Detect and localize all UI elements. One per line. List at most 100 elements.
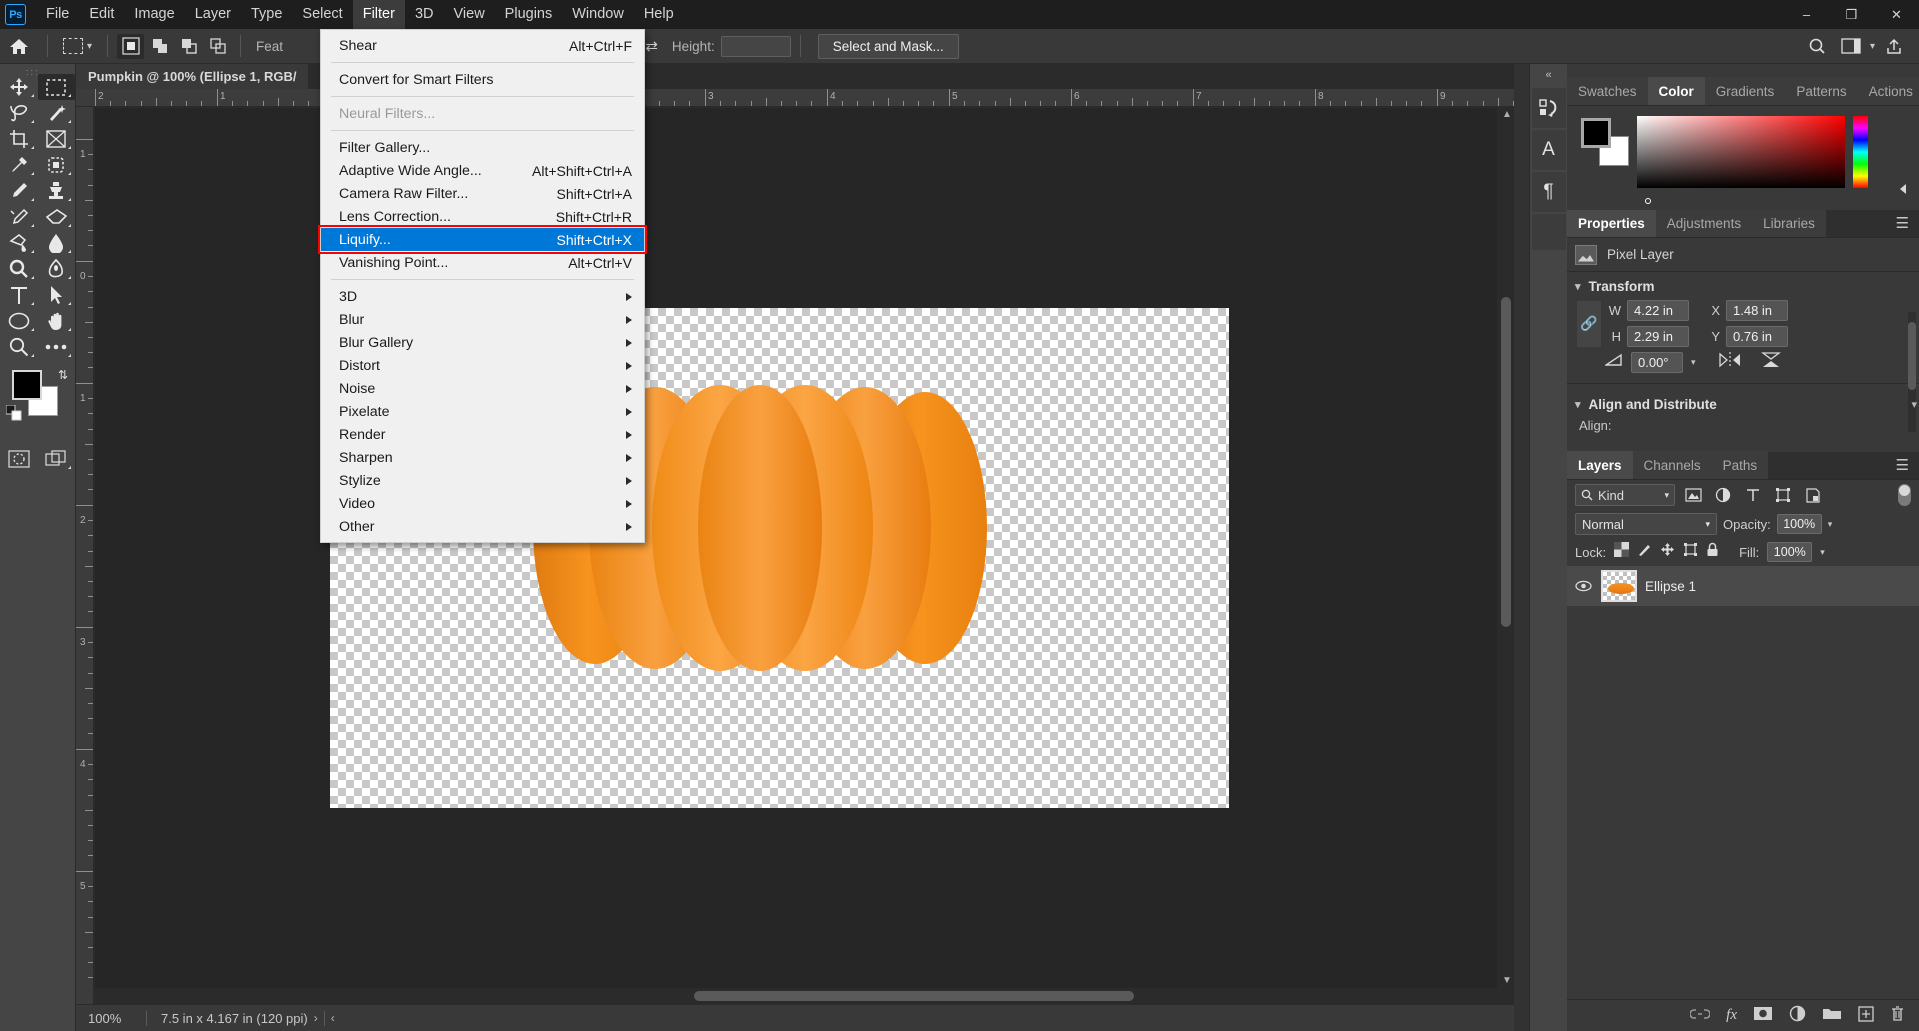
panel-menu-icon[interactable]: ☰ bbox=[1886, 209, 1919, 237]
tool-preset-picker[interactable]: ▾ bbox=[57, 38, 98, 54]
menu-item-3d[interactable]: 3D bbox=[321, 285, 644, 308]
lock-position-icon[interactable] bbox=[1660, 542, 1675, 562]
minimize-button[interactable]: – bbox=[1784, 0, 1829, 29]
swap-colors-icon[interactable]: ⇅ bbox=[58, 368, 68, 382]
menu-item-help[interactable]: Help bbox=[634, 0, 684, 29]
menu-item-camera-raw-filter[interactable]: Camera Raw Filter... Shift+Ctrl+A bbox=[321, 182, 644, 205]
tab-actions[interactable]: Actions bbox=[1857, 77, 1919, 105]
lock-artboard-nesting-icon[interactable] bbox=[1683, 542, 1698, 562]
panel-grip[interactable] bbox=[1567, 64, 1919, 78]
align-distribute-section-header[interactable]: ▾ Align and Distribute bbox=[1567, 390, 1919, 418]
menu-item-noise[interactable]: Noise bbox=[321, 377, 644, 400]
workspace-icon[interactable] bbox=[1836, 32, 1866, 60]
menu-item-layer[interactable]: Layer bbox=[185, 0, 241, 29]
vertical-ruler[interactable]: 1 0 1 2 3 4 5 bbox=[76, 107, 94, 1004]
blur-icon[interactable] bbox=[38, 230, 76, 256]
menu-item-liquify[interactable]: Liquify... Shift+Ctrl+X bbox=[321, 228, 644, 251]
lock-image-pixels-icon[interactable] bbox=[1637, 542, 1652, 562]
horizontal-type-icon[interactable] bbox=[0, 282, 38, 308]
menu-item-view[interactable]: View bbox=[444, 0, 495, 29]
lasso-icon[interactable] bbox=[0, 100, 38, 126]
history-icon[interactable] bbox=[1531, 88, 1566, 128]
tab-patterns[interactable]: Patterns bbox=[1785, 77, 1858, 105]
ellipse-icon[interactable] bbox=[0, 308, 38, 334]
foreground-color-swatch[interactable] bbox=[12, 370, 42, 400]
quick-mask-icon[interactable] bbox=[0, 446, 38, 472]
menu-item-sharpen[interactable]: Sharpen bbox=[321, 446, 644, 469]
close-button[interactable]: ✕ bbox=[1874, 0, 1919, 29]
menu-item-convert-for-smart-filters[interactable]: Convert for Smart Filters bbox=[321, 68, 644, 91]
filter-shape-icon[interactable] bbox=[1771, 487, 1795, 503]
filter-adjustment-icon[interactable] bbox=[1711, 487, 1735, 503]
filter-kind-select[interactable]: Kind ▾ bbox=[1575, 484, 1675, 506]
rotation-input[interactable]: 0.00° bbox=[1631, 351, 1683, 373]
rectangular-marquee-icon[interactable] bbox=[37, 74, 75, 100]
horizontal-ruler[interactable]: 210123456789 bbox=[76, 89, 1514, 107]
link-wh-icon[interactable]: 🔗 bbox=[1577, 300, 1601, 347]
opacity-input[interactable]: 100% bbox=[1776, 514, 1822, 534]
home-icon[interactable] bbox=[0, 37, 38, 55]
lock-transparent-pixels-icon[interactable] bbox=[1614, 542, 1630, 562]
chevron-down-icon[interactable]: ▾ bbox=[1870, 41, 1875, 52]
select-and-mask-button[interactable]: Select and Mask... bbox=[817, 33, 959, 59]
zoom-level[interactable]: 100% bbox=[76, 1011, 146, 1026]
lock-all-icon[interactable] bbox=[1706, 542, 1719, 562]
crop-icon[interactable] bbox=[0, 126, 38, 152]
add-layer-mask-icon[interactable] bbox=[1753, 1006, 1773, 1025]
flip-vertical-icon[interactable] bbox=[1760, 351, 1782, 374]
scroll-down-icon[interactable]: ▼ bbox=[1502, 975, 1512, 986]
chevron-down-icon[interactable]: ▾ bbox=[1691, 357, 1696, 368]
menu-item-render[interactable]: Render bbox=[321, 423, 644, 446]
frame-icon[interactable] bbox=[38, 126, 76, 152]
menu-item-window[interactable]: Window bbox=[562, 0, 634, 29]
tab-swatches[interactable]: Swatches bbox=[1567, 77, 1648, 105]
link-layers-icon[interactable] bbox=[1689, 1007, 1711, 1025]
spot-healing-brush-icon[interactable] bbox=[38, 152, 76, 178]
menu-item-stylize[interactable]: Stylize bbox=[321, 469, 644, 492]
menu-item-select[interactable]: Select bbox=[292, 0, 352, 29]
menu-item-type[interactable]: Type bbox=[241, 0, 292, 29]
menu-item-adaptive-wide-angle[interactable]: Adaptive Wide Angle... Alt+Shift+Ctrl+A bbox=[321, 159, 644, 182]
flip-horizontal-icon[interactable] bbox=[1718, 351, 1742, 373]
chevron-down-icon[interactable]: ▾ bbox=[1820, 547, 1825, 558]
edit-toolbar-icon[interactable] bbox=[38, 334, 76, 360]
transform-section-header[interactable]: ▾ Transform bbox=[1567, 272, 1919, 300]
status-prev-icon[interactable]: ‹ bbox=[325, 1011, 341, 1025]
menu-item-neural-filters[interactable]: Neural Filters... bbox=[321, 102, 644, 125]
delete-layer-icon[interactable] bbox=[1890, 1005, 1905, 1026]
gradient-icon[interactable] bbox=[0, 230, 38, 256]
layer-thumbnail[interactable] bbox=[1601, 570, 1637, 602]
menu-item-plugins[interactable]: Plugins bbox=[495, 0, 563, 29]
object-selection-icon[interactable] bbox=[38, 100, 76, 126]
eyedropper-icon[interactable] bbox=[0, 152, 38, 178]
extra-panel-icon[interactable] bbox=[1531, 214, 1566, 250]
color-field[interactable] bbox=[1637, 116, 1845, 188]
fill-input[interactable]: 100% bbox=[1767, 542, 1813, 562]
move-icon[interactable] bbox=[0, 74, 38, 100]
add-to-selection-button[interactable] bbox=[146, 34, 173, 59]
menu-item-blur[interactable]: Blur bbox=[321, 308, 644, 331]
menu-item-file[interactable]: File bbox=[36, 0, 79, 29]
collapse-panels-icon[interactable]: « bbox=[1530, 64, 1567, 86]
vertical-scrollbar[interactable]: ▲ ▼ bbox=[1498, 107, 1514, 988]
menu-item-video[interactable]: Video bbox=[321, 492, 644, 515]
hand-icon[interactable] bbox=[38, 308, 76, 334]
filter-type-icon[interactable] bbox=[1741, 488, 1765, 502]
tab-channels[interactable]: Channels bbox=[1632, 451, 1712, 479]
menu-item-edit[interactable]: Edit bbox=[79, 0, 124, 29]
filter-enable-toggle[interactable] bbox=[1898, 484, 1911, 506]
share-icon[interactable] bbox=[1879, 32, 1909, 60]
transform-height-input[interactable]: 2.29 in bbox=[1627, 326, 1689, 347]
menu-item-filter[interactable]: Filter bbox=[352, 0, 405, 29]
menu-item-pixelate[interactable]: Pixelate bbox=[321, 400, 644, 423]
panel-menu-icon[interactable]: ☰ bbox=[1886, 451, 1919, 479]
layer-visibility-icon[interactable] bbox=[1573, 580, 1593, 592]
menu-item-3d[interactable]: 3D bbox=[405, 0, 444, 29]
foreground-color-swatch[interactable] bbox=[1581, 118, 1611, 148]
new-selection-button[interactable] bbox=[117, 33, 145, 59]
menu-item-lens-correction[interactable]: Lens Correction... Shift+Ctrl+R bbox=[321, 205, 644, 228]
blend-mode-select[interactable]: Normal ▾ bbox=[1575, 513, 1717, 535]
brush-icon[interactable] bbox=[0, 178, 38, 204]
pen-icon[interactable] bbox=[38, 256, 76, 282]
paragraph-icon[interactable]: ¶ bbox=[1531, 172, 1566, 212]
